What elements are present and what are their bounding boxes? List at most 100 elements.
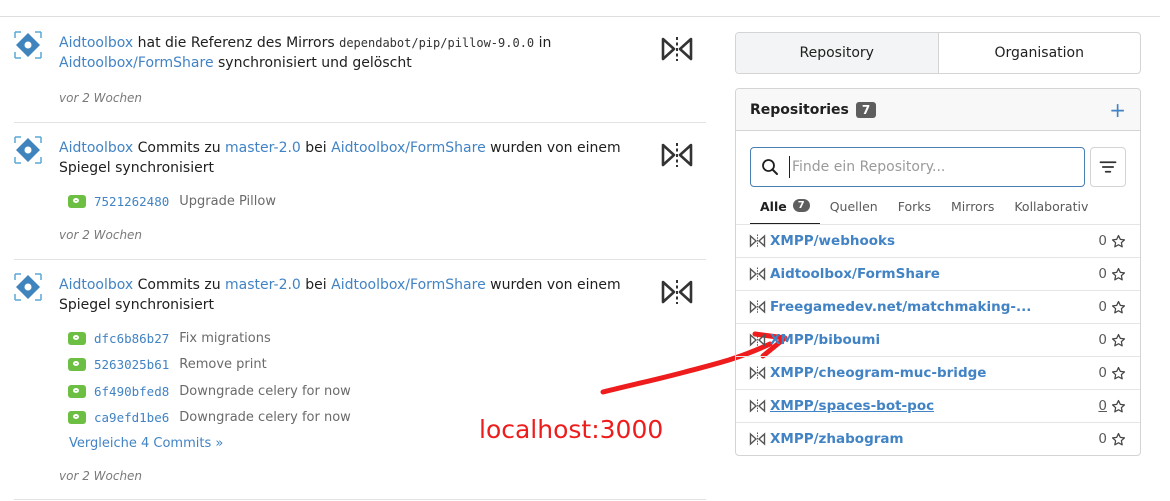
commit-row: 7521262480 Upgrade Pillow: [68, 192, 276, 210]
repo-search-box: [750, 147, 1085, 187]
filter-tab-sources[interactable]: Quellen: [820, 195, 888, 225]
user-link[interactable]: Aidtoolbox: [59, 140, 133, 156]
commit-icon: [68, 357, 86, 371]
commit-icon: [68, 410, 86, 424]
mirror-icon: [749, 267, 766, 281]
commit-sha-link[interactable]: 6f490bfed8: [94, 384, 169, 399]
mirror-icon: [749, 432, 766, 446]
user-avatar[interactable]: [13, 30, 43, 60]
star-count: 0: [1098, 332, 1107, 348]
repo-list-item[interactable]: Aidtoolbox/FormShare 0: [736, 257, 1140, 290]
feed-item-text: Aidtoolbox hat die Referenz des Mirrors …: [59, 33, 629, 73]
mirror-icon: [749, 399, 766, 413]
branch-link[interactable]: master-2.0: [225, 140, 301, 156]
repo-link[interactable]: Aidtoolbox/FormShare: [331, 140, 486, 156]
repo-list-item[interactable]: XMPP/webhooks 0: [736, 224, 1140, 257]
feed-item-text: Aidtoolbox Commits zu master-2.0 bei Aid…: [59, 138, 629, 178]
star-icon: [1111, 366, 1126, 379]
repo-name-link[interactable]: Aidtoolbox/FormShare: [770, 266, 940, 282]
compare-commits-link[interactable]: Vergleiche 4 Commits »: [69, 436, 223, 451]
mirror-icon: [749, 366, 766, 380]
feed-divider: [14, 499, 706, 500]
mirror-icon: [749, 333, 766, 347]
star-count: 0: [1098, 266, 1107, 282]
star-icon: [1111, 399, 1126, 412]
repo-stars: 0: [1098, 266, 1126, 282]
feed-divider: [14, 122, 706, 123]
repo-stars: 0: [1098, 365, 1126, 381]
filter-tab-collaborative[interactable]: Kollaborativ: [1004, 195, 1098, 225]
commit-sha-link[interactable]: ca9efd1be6: [94, 410, 169, 425]
repo-name-link[interactable]: XMPP/cheogram-muc-bridge: [770, 365, 986, 381]
repo-link[interactable]: Aidtoolbox/FormShare: [331, 277, 486, 293]
user-avatar[interactable]: [13, 135, 43, 165]
repo-list: XMPP/webhooks 0 Aidtoolbox/FormShare 0 F…: [736, 224, 1140, 455]
repo-list-item[interactable]: XMPP/zhabogram 0: [736, 422, 1140, 455]
commit-sha-link[interactable]: 5263025b61: [94, 357, 169, 372]
filter-tab-all[interactable]: Alle 7: [750, 195, 820, 225]
annotation-text: localhost:3000: [479, 415, 664, 444]
repo-name-link[interactable]: XMPP/webhooks: [770, 233, 895, 249]
repo-stars: 0: [1098, 431, 1126, 447]
filter-icon: [1099, 161, 1117, 173]
repo-stars: 0: [1098, 398, 1126, 414]
plus-icon[interactable]: +: [1109, 98, 1126, 122]
repo-list-item[interactable]: XMPP/biboumi 0: [736, 323, 1140, 356]
timestamp: vor 2 Wochen: [59, 228, 143, 242]
star-icon: [1111, 267, 1126, 280]
repo-name-link[interactable]: XMPP/zhabogram: [770, 431, 904, 447]
feed-text-part: in: [538, 35, 552, 51]
star-icon: [1111, 234, 1126, 247]
star-icon: [1111, 300, 1126, 313]
repo-list-item[interactable]: XMPP/spaces-bot-poc 0: [736, 389, 1140, 422]
commit-sha-link[interactable]: dfc6b86b27: [94, 331, 169, 346]
repo-stars: 0: [1098, 233, 1126, 249]
repo-list-item[interactable]: XMPP/cheogram-muc-bridge 0: [736, 356, 1140, 389]
commit-message: Upgrade Pillow: [179, 193, 276, 209]
filter-button[interactable]: [1090, 147, 1126, 187]
tab-repository[interactable]: Repository: [736, 33, 939, 73]
dashboard-tabs: Repository Organisation: [735, 32, 1141, 74]
repo-search-input[interactable]: [789, 156, 1074, 178]
feed-item-text: Aidtoolbox Commits zu master-2.0 bei Aid…: [59, 275, 629, 315]
commit-sha-link[interactable]: 7521262480: [94, 194, 169, 209]
repo-name-link[interactable]: XMPP/spaces-bot-poc: [770, 398, 934, 414]
commit-icon: [68, 384, 86, 398]
commit-row: ca9efd1be6 Downgrade celery for now: [68, 408, 351, 426]
repo-filter-tabs: Alle 7 Quellen Forks Mirrors Kollaborati…: [750, 195, 1126, 225]
feed-text-part: hat die Referenz des Mirrors: [137, 35, 335, 51]
user-avatar[interactable]: [13, 272, 43, 302]
repo-link[interactable]: Aidtoolbox/FormShare: [59, 55, 214, 71]
commit-message: Downgrade celery for now: [179, 383, 351, 399]
user-link[interactable]: Aidtoolbox: [59, 277, 133, 293]
repo-name-link[interactable]: Freegamedev.net/matchmaking-...: [770, 299, 1031, 315]
user-link[interactable]: Aidtoolbox: [59, 35, 133, 51]
filter-tab-forks[interactable]: Forks: [888, 195, 941, 225]
mirror-icon: [749, 234, 766, 248]
filter-tab-label: Alle: [760, 199, 787, 214]
star-count: 0: [1098, 233, 1107, 249]
timestamp: vor 2 Wochen: [59, 469, 143, 483]
commit-message: Downgrade celery for now: [179, 409, 351, 425]
filter-tab-mirrors[interactable]: Mirrors: [941, 195, 1004, 225]
tab-organisation[interactable]: Organisation: [939, 33, 1141, 73]
repo-name-link[interactable]: XMPP/biboumi: [770, 332, 880, 348]
feed-text-part: bei: [305, 140, 327, 156]
commit-message: Fix migrations: [179, 330, 271, 346]
mirror-icon: [749, 300, 766, 314]
ref-name: dependabot/pip/pillow-9.0.0: [339, 36, 535, 50]
repo-list-item[interactable]: Freegamedev.net/matchmaking-... 0: [736, 290, 1140, 323]
branch-link[interactable]: master-2.0: [225, 277, 301, 293]
mirror-icon: [661, 37, 693, 61]
feed-text-part: synchronisiert und gelöscht: [218, 55, 412, 71]
commit-message: Remove print: [179, 356, 267, 372]
repositories-title: Repositories: [750, 101, 849, 118]
mirror-icon: [661, 143, 693, 167]
repo-stars: 0: [1098, 332, 1126, 348]
star-count: 0: [1098, 398, 1107, 414]
repo-search-row: [750, 147, 1126, 187]
commit-icon: [68, 331, 86, 345]
repositories-count-badge: 7: [855, 101, 877, 118]
repositories-header: Repositories 7 +: [736, 89, 1140, 131]
commit-row: dfc6b86b27 Fix migrations: [68, 329, 271, 347]
